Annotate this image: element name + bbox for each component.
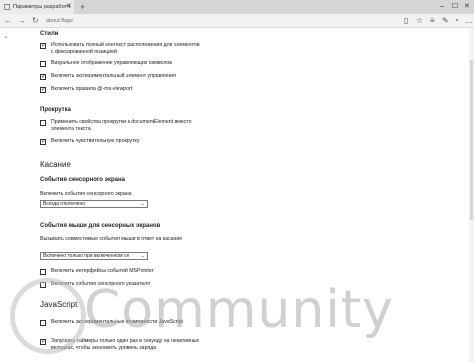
maximize-icon[interactable]: ☐ [452,1,458,13]
navigation-bar: ← → ↻ about:flags ▯ ☆ ≡ ✎ ◔ … [0,14,474,28]
web-note-icon[interactable]: ✎ [442,15,449,27]
option-label: Включить экспериментальный элемент управ… [51,73,176,79]
checkbox[interactable]: ✓ [40,74,46,80]
minimize-icon[interactable]: – [440,1,444,13]
option-label: Применить свойства прокрутки к documentE… [51,119,192,132]
scrollbar-thumb[interactable] [470,60,473,220]
reading-view-icon[interactable]: ▯ [404,15,408,27]
tab-title: Параметры разработч [13,4,71,10]
refresh-icon[interactable]: ↻ [32,15,39,27]
tab-bar: Параметры разработч ✕ + – ☐ ✕ [0,0,474,14]
touch-events-heading: События сенсорного экрана [40,177,125,183]
touch-events-select[interactable]: Всегда отключено ⌄ [40,200,148,208]
checkmark-icon: ✓ [41,87,47,93]
option-label: Включить чувствительную прокрутку [51,138,140,144]
option-label: Включить интерфейсы событий MSPointer [51,268,154,274]
close-tab-icon[interactable]: ✕ [66,2,72,12]
mouse-events-label: Вызывать совместимые события мыши в отве… [40,236,183,242]
select-value: Всегда отключено [43,201,85,207]
more-icon[interactable]: … [465,15,473,27]
watermark-logo-icon [10,278,86,354]
touch-events-label: Включить события сенсорного экрана [40,191,132,197]
checkbox[interactable]: ✓ [40,43,46,49]
checkbox[interactable]: ✓ [40,139,46,145]
scroll-up-arrow-icon[interactable]: ⌄ [3,33,9,41]
new-tab-icon[interactable]: + [80,1,85,13]
forward-icon[interactable]: → [18,15,26,27]
touch-heading: Касание [40,160,71,169]
watermark-text: Community [84,280,394,340]
option-label: Включить правила @-ms-viewport [51,86,133,92]
browser-tab[interactable]: Параметры разработч ✕ [0,0,74,14]
chevron-down-icon: ⌄ [140,201,145,207]
page-icon [4,4,10,10]
address-field[interactable]: about:flags [46,16,346,26]
close-window-icon[interactable]: ✕ [464,1,470,13]
mouse-events-heading: События мыши для сенсорных экранов [40,223,161,229]
checkmark-icon: ✓ [41,74,47,80]
hub-icon[interactable]: ≡ [430,15,435,27]
checkmark-icon: ✓ [41,43,47,49]
option-label: Визуальное отображение управляющих симво… [51,60,173,66]
scroll-heading: Прокрутка [40,107,71,113]
option-label: Использовать полный контекст расположени… [51,42,200,55]
select-value: Включено только при включенном се [43,253,130,259]
mouse-events-select[interactable]: Включено только при включенном се ⌄ [40,252,148,260]
checkbox[interactable]: ✓ [40,87,46,93]
favorites-icon[interactable]: ☆ [416,15,423,27]
checkmark-icon: ✓ [41,139,47,145]
styles-heading: Стили [40,31,59,37]
share-icon[interactable]: ◔ [454,15,459,27]
checkbox[interactable]: ✓ [40,61,46,67]
chevron-down-icon: ⌄ [140,253,145,259]
back-icon[interactable]: ← [4,15,12,27]
checkbox[interactable]: ✓ [40,120,46,126]
checkbox[interactable]: ✓ [40,269,46,275]
